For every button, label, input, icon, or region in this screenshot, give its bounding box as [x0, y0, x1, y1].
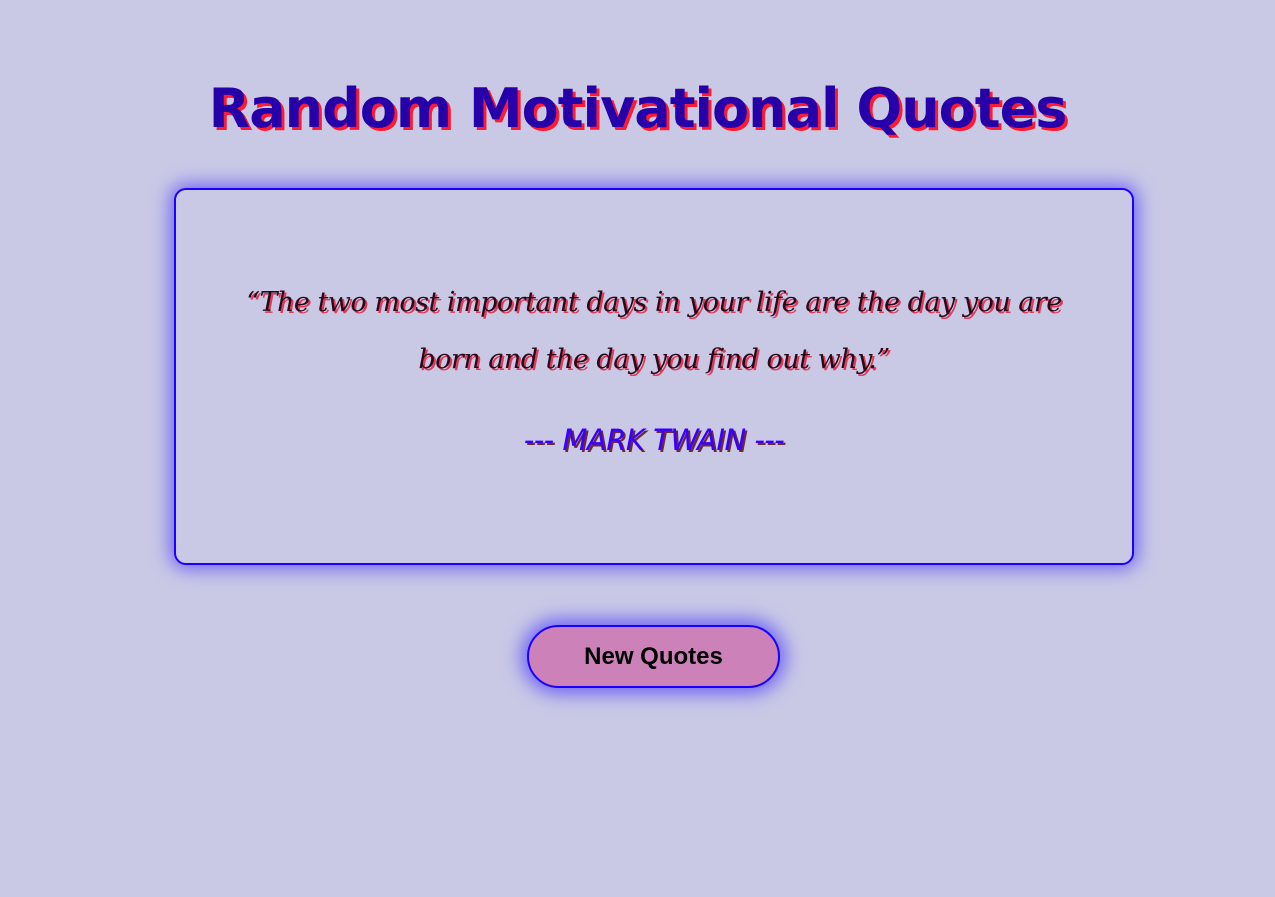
quote-text: “The two most important days in your lif… [246, 287, 1062, 375]
quote-card: “The two most important days in your lif… [174, 188, 1134, 565]
page-title: Random Motivational Quotes [208, 77, 1068, 140]
quote-author: --- MARK TWAIN --- [523, 423, 785, 457]
new-quotes-button[interactable]: New Quotes [527, 625, 780, 688]
